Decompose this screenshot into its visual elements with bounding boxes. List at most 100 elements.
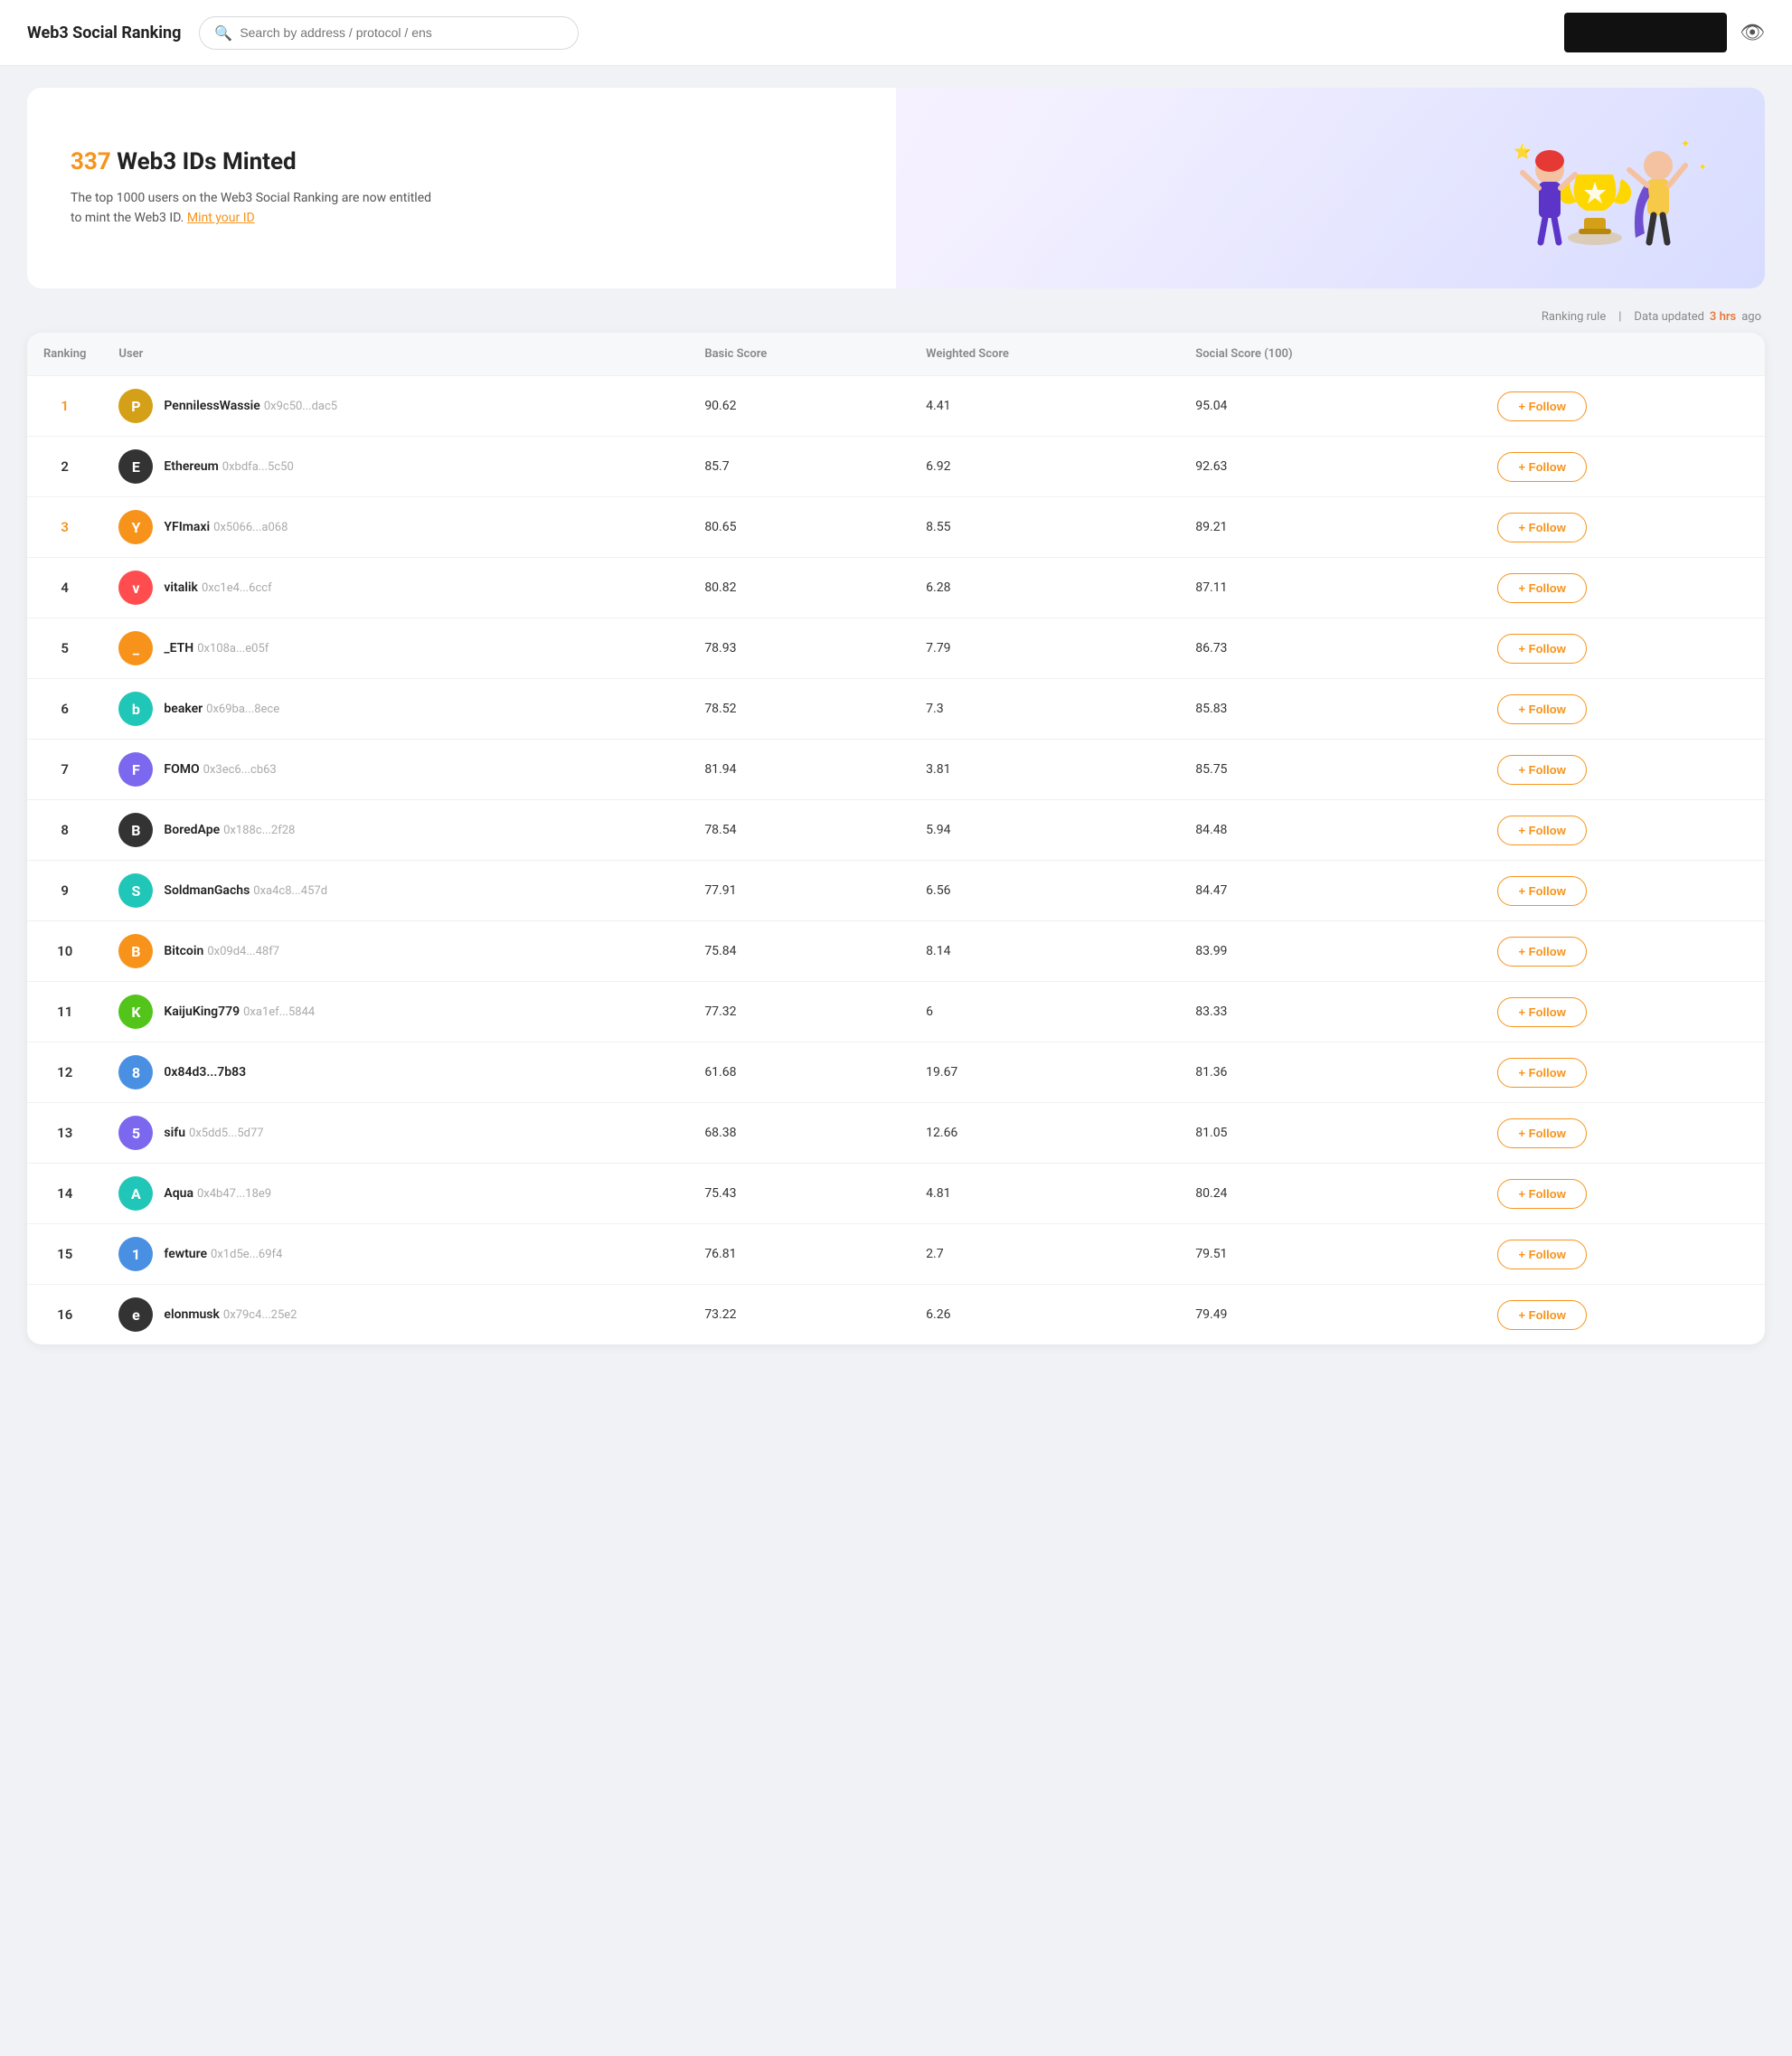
follow-button[interactable]: + Follow (1497, 997, 1586, 1027)
basic-score: 75.43 (688, 1164, 910, 1224)
social-score: 84.47 (1179, 861, 1481, 921)
user-name[interactable]: SoldmanGachs0xa4c8...457d (164, 883, 327, 898)
weighted-score: 3.81 (910, 740, 1179, 800)
weighted-score: 2.7 (910, 1224, 1179, 1285)
search-input[interactable] (240, 25, 563, 40)
rank-cell: 12 (27, 1042, 102, 1103)
banner-illustration: ⭐ ✦ ✦ (1468, 120, 1721, 256)
user-addr: 0x1d5e...69f4 (211, 1248, 282, 1261)
table-row: 1280x84d3...7b8361.6819.6781.36+ Follow (27, 1042, 1765, 1103)
table-row: 8BBoredApe0x188c...2f2878.545.9484.48+ F… (27, 800, 1765, 861)
follow-button[interactable]: + Follow (1497, 1300, 1586, 1330)
user-name[interactable]: Ethereum0xbdfa...5c50 (164, 459, 293, 474)
rank-cell: 4 (27, 558, 102, 618)
rank-cell: 10 (27, 921, 102, 982)
ranking-rule-link[interactable]: Ranking rule (1542, 310, 1606, 324)
user-name[interactable]: PennilessWassie0x9c50...dac5 (164, 399, 337, 413)
wallet-button[interactable] (1564, 13, 1727, 52)
avatar: B (118, 934, 153, 968)
user-cell: 5sifu0x5dd5...5d77 (102, 1103, 688, 1164)
user-name[interactable]: Bitcoin0x09d4...48f7 (164, 944, 279, 958)
user-name[interactable]: BoredApe0x188c...2f28 (164, 823, 295, 837)
banner-title-text: Web3 IDs Minted (117, 148, 296, 175)
follow-button[interactable]: + Follow (1497, 634, 1586, 664)
rank-cell: 8 (27, 800, 102, 861)
social-score: 83.99 (1179, 921, 1481, 982)
rank-cell: 9 (27, 861, 102, 921)
weighted-score: 7.79 (910, 618, 1179, 679)
follow-button[interactable]: + Follow (1497, 513, 1586, 542)
social-score: 79.51 (1179, 1224, 1481, 1285)
rank-cell: 2 (27, 437, 102, 497)
avatar: Y (118, 510, 153, 544)
action-cell: + Follow (1481, 921, 1765, 982)
social-score: 83.33 (1179, 982, 1481, 1042)
rank-cell: 6 (27, 679, 102, 740)
basic-score: 77.91 (688, 861, 910, 921)
avatar: 8 (118, 1055, 153, 1089)
follow-button[interactable]: + Follow (1497, 1179, 1586, 1209)
user-name[interactable]: beaker0x69ba...8ece (164, 702, 279, 716)
user-name[interactable]: sifu0x5dd5...5d77 (164, 1126, 263, 1140)
meta-bar: Ranking rule | Data updated 3 hrs ago (0, 303, 1792, 333)
social-score: 86.73 (1179, 618, 1481, 679)
user-name[interactable]: _ETH0x108a...e05f (164, 641, 269, 655)
user-cell: KKaijuKing7790xa1ef...5844 (102, 982, 688, 1042)
user-name[interactable]: fewture0x1d5e...69f4 (164, 1247, 282, 1261)
eye-icon[interactable]: 👁 (1740, 22, 1765, 44)
social-score: 92.63 (1179, 437, 1481, 497)
user-name[interactable]: elonmusk0x79c4...25e2 (164, 1307, 297, 1322)
follow-button[interactable]: + Follow (1497, 391, 1586, 421)
user-addr: 0x188c...2f28 (223, 824, 295, 837)
avatar: _ (118, 631, 153, 665)
rank-cell: 3 (27, 497, 102, 558)
follow-button[interactable]: + Follow (1497, 573, 1586, 603)
weighted-score: 6.56 (910, 861, 1179, 921)
table-row: 6bbeaker0x69ba...8ece78.527.385.83+ Foll… (27, 679, 1765, 740)
social-score: 87.11 (1179, 558, 1481, 618)
basic-score: 85.7 (688, 437, 910, 497)
follow-button[interactable]: + Follow (1497, 452, 1586, 482)
user-cell: PPennilessWassie0x9c50...dac5 (102, 376, 688, 437)
app-title: Web3 Social Ranking (27, 24, 181, 42)
rank-cell: 5 (27, 618, 102, 679)
svg-text:✦: ✦ (1681, 137, 1690, 150)
follow-button[interactable]: + Follow (1497, 876, 1586, 906)
user-name[interactable]: vitalik0xc1e4...6ccf (164, 580, 271, 595)
social-score: 84.48 (1179, 800, 1481, 861)
data-updated-label: Data updated (1634, 310, 1704, 324)
avatar: A (118, 1176, 153, 1211)
follow-button[interactable]: + Follow (1497, 1118, 1586, 1148)
mint-link[interactable]: Mint your ID (187, 211, 255, 225)
action-cell: + Follow (1481, 861, 1765, 921)
user-name[interactable]: FOMO0x3ec6...cb63 (164, 762, 276, 777)
col-basic-score: Basic Score (688, 333, 910, 376)
weighted-score: 4.41 (910, 376, 1179, 437)
follow-button[interactable]: + Follow (1497, 1240, 1586, 1269)
table-header-row: Ranking User Basic Score Weighted Score … (27, 333, 1765, 376)
search-bar[interactable]: 🔍 (199, 16, 579, 50)
avatar: e (118, 1297, 153, 1332)
meta-divider: | (1618, 310, 1621, 324)
user-addr: 0x5066...a068 (213, 521, 288, 534)
social-score: 95.04 (1179, 376, 1481, 437)
social-score: 80.24 (1179, 1164, 1481, 1224)
follow-button[interactable]: + Follow (1497, 816, 1586, 845)
user-cell: vvitalik0xc1e4...6ccf (102, 558, 688, 618)
rank-cell: 13 (27, 1103, 102, 1164)
table-row: 14AAqua0x4b47...18e975.434.8180.24+ Foll… (27, 1164, 1765, 1224)
user-name[interactable]: 0x84d3...7b83 (164, 1065, 246, 1080)
avatar: 1 (118, 1237, 153, 1271)
follow-button[interactable]: + Follow (1497, 694, 1586, 724)
follow-button[interactable]: + Follow (1497, 755, 1586, 785)
user-cell: FFOMO0x3ec6...cb63 (102, 740, 688, 800)
user-cell: BBoredApe0x188c...2f28 (102, 800, 688, 861)
weighted-score: 5.94 (910, 800, 1179, 861)
user-name[interactable]: KaijuKing7790xa1ef...5844 (164, 1004, 315, 1019)
data-updated-ago: ago (1741, 310, 1761, 324)
follow-button[interactable]: + Follow (1497, 1058, 1586, 1088)
follow-button[interactable]: + Follow (1497, 937, 1586, 967)
user-name[interactable]: YFImaxi0x5066...a068 (164, 520, 288, 534)
user-name[interactable]: Aqua0x4b47...18e9 (164, 1186, 271, 1201)
user-cell: EEthereum0xbdfa...5c50 (102, 437, 688, 497)
